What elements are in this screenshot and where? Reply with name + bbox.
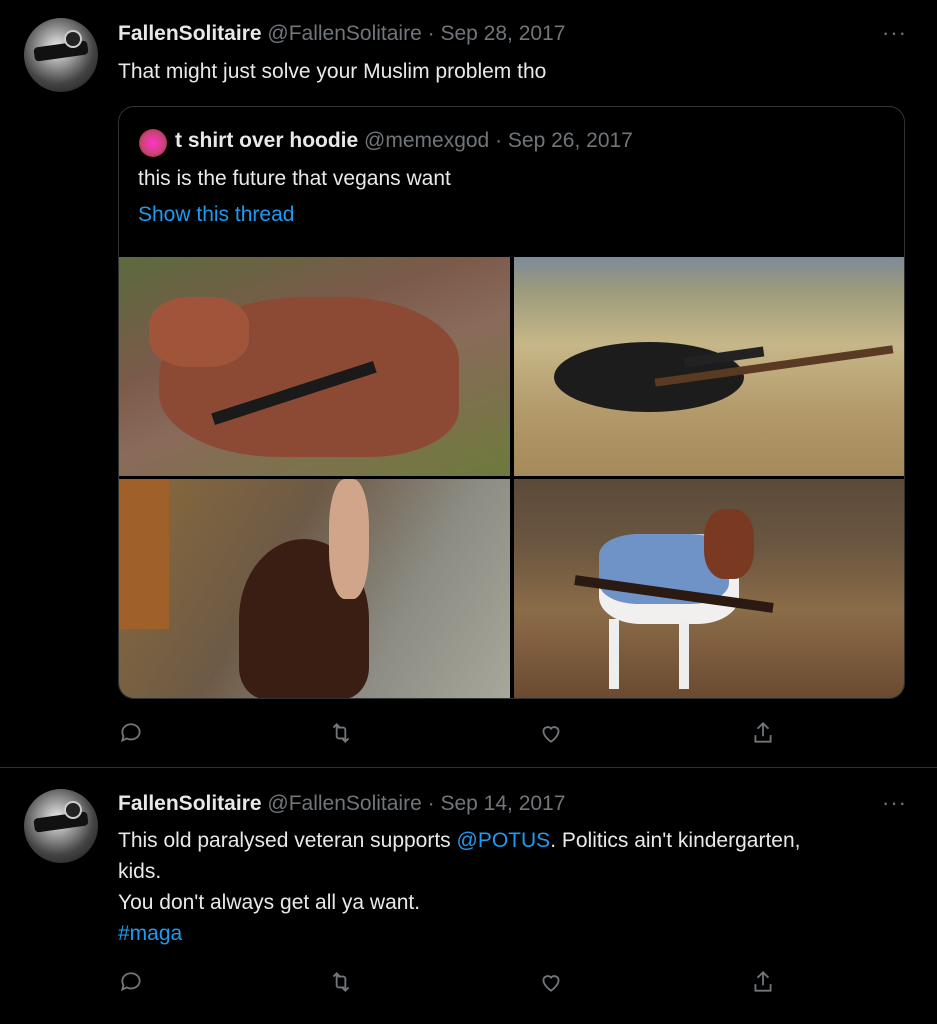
divider — [0, 767, 937, 768]
author-handle[interactable]: @FallenSolitaire — [267, 22, 421, 45]
tweet-text-line: You don't always get all ya want. — [118, 891, 421, 914]
media-image-goat[interactable] — [514, 479, 904, 698]
author-name[interactable]: t shirt over hoodie — [175, 129, 358, 152]
quoted-tweet[interactable]: t shirt over hoodie @memexgod · Sep 26, … — [118, 106, 905, 699]
quoted-tweet-header: t shirt over hoodie @memexgod · Sep 26, … — [175, 129, 633, 153]
avatar[interactable] — [24, 789, 98, 863]
quoted-tweet-text: this is the future that vegans want — [138, 167, 451, 190]
more-options-icon[interactable]: ··· — [882, 20, 907, 46]
tweet-text-part: . Politics ain't kindergarten, — [550, 829, 801, 852]
reply-icon[interactable] — [118, 969, 148, 999]
tweet-date[interactable]: Sep 28, 2017 — [440, 22, 565, 45]
tweet-header: FallenSolitaire @FallenSolitaire · Sep 1… — [118, 792, 565, 816]
author-name[interactable]: FallenSolitaire — [118, 792, 262, 815]
tweet-header: FallenSolitaire @FallenSolitaire · Sep 2… — [118, 22, 565, 46]
media-image-cow[interactable] — [119, 257, 510, 476]
separator: · — [427, 22, 435, 45]
tweet[interactable]: FallenSolitaire @FallenSolitaire · Sep 2… — [0, 0, 937, 768]
like-icon[interactable] — [538, 969, 568, 999]
media-grid — [119, 257, 904, 698]
tweet-text: This old paralysed veteran supports @POT… — [118, 825, 908, 949]
tweet-text-line: kids. — [118, 860, 162, 883]
tweet-date[interactable]: Sep 26, 2017 — [508, 129, 633, 152]
share-icon[interactable] — [750, 969, 780, 999]
retweet-icon[interactable] — [328, 720, 358, 750]
media-image-monkey[interactable] — [514, 257, 904, 476]
reply-icon[interactable] — [118, 720, 148, 750]
author-handle[interactable]: @FallenSolitaire — [267, 792, 421, 815]
hashtag-link[interactable]: #maga — [118, 918, 908, 949]
media-image-rooster[interactable] — [119, 479, 510, 698]
separator: · — [427, 792, 435, 815]
tweet-text: That might just solve your Muslim proble… — [118, 60, 547, 83]
tweet-date[interactable]: Sep 14, 2017 — [440, 792, 565, 815]
tweet-actions — [118, 720, 778, 750]
avatar[interactable] — [24, 18, 98, 92]
mention-link[interactable]: @POTUS — [457, 829, 551, 852]
retweet-icon[interactable] — [328, 969, 358, 999]
more-options-icon[interactable]: ··· — [882, 790, 907, 816]
author-handle[interactable]: @memexgod — [364, 129, 489, 152]
tweet-actions — [118, 969, 778, 999]
like-icon[interactable] — [538, 720, 568, 750]
author-name[interactable]: FallenSolitaire — [118, 22, 262, 45]
show-thread-link[interactable]: Show this thread — [138, 203, 294, 227]
tweet-text-part: This old paralysed veteran supports — [118, 829, 457, 852]
separator: · — [495, 129, 503, 152]
share-icon[interactable] — [750, 720, 780, 750]
tweet[interactable]: FallenSolitaire @FallenSolitaire · Sep 1… — [0, 769, 937, 1024]
avatar[interactable] — [139, 129, 167, 157]
